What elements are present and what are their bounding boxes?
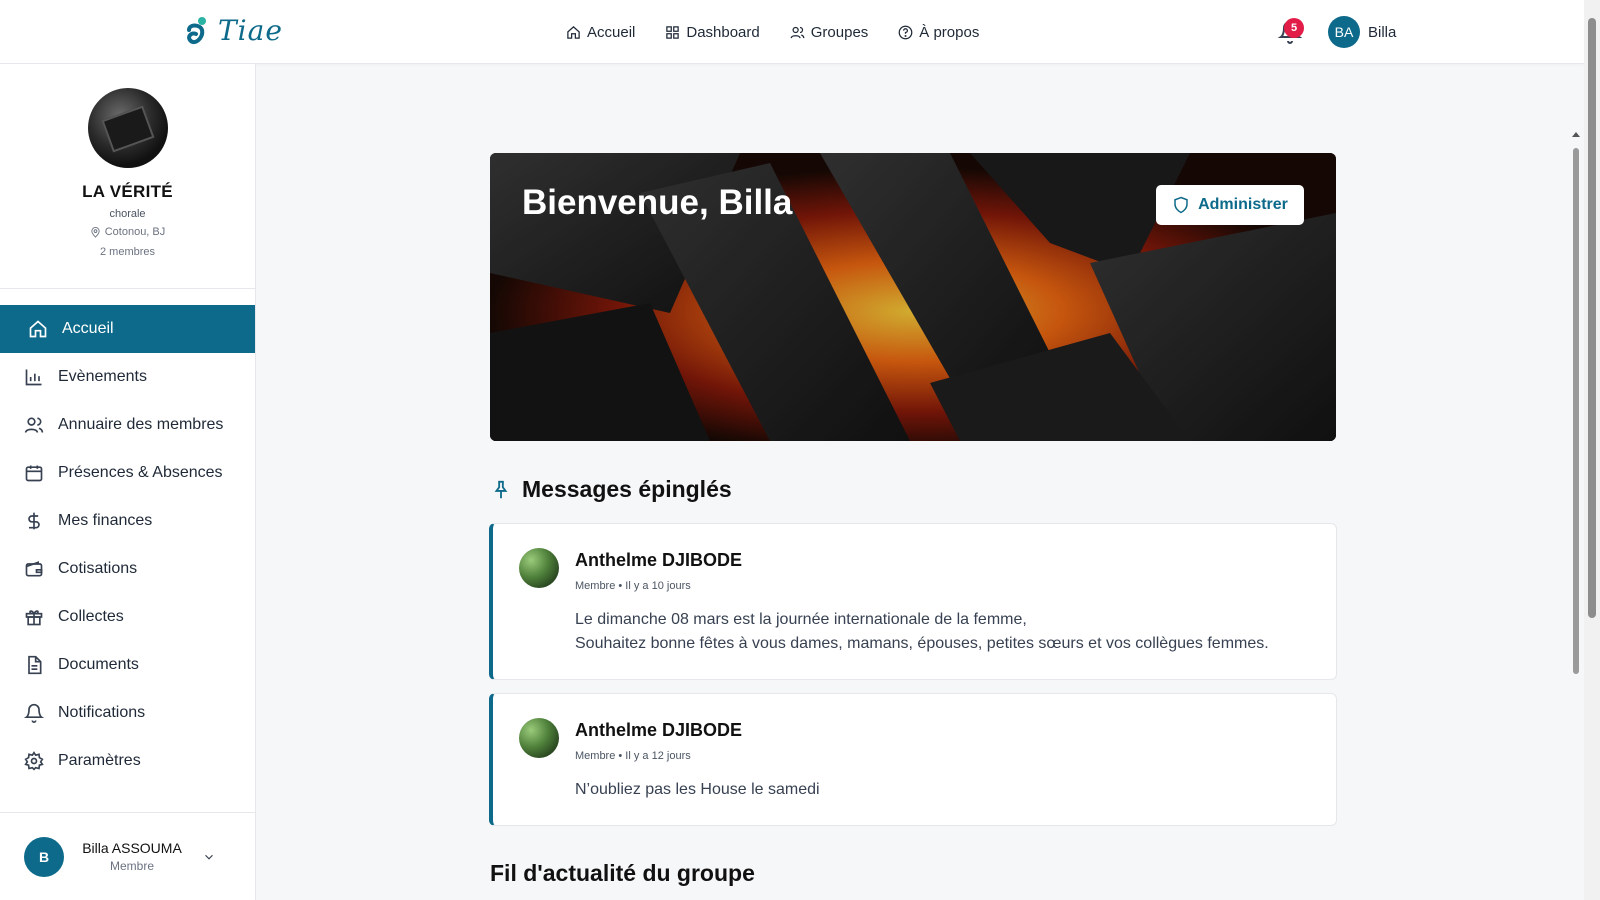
top-navbar: Tiae Accueil Dashboard Groupes À propos … (0, 0, 1584, 64)
topnav-label: Dashboard (686, 23, 760, 41)
sidebar-item-label: Annuaire des membres (58, 416, 224, 433)
topnav-item-groupes[interactable]: Groupes (790, 23, 869, 41)
group-location: Cotonou, BJ (0, 226, 255, 238)
footer-avatar: B (24, 836, 64, 877)
logo-mark-icon (187, 16, 206, 44)
user-menu[interactable]: BA Billa (1328, 16, 1396, 48)
pinned-section-title: Messages épinglés (522, 476, 732, 502)
group-location-text: Cotonou, BJ (104, 226, 166, 238)
notification-badge: 5 (1284, 18, 1304, 38)
user-avatar: BA (1328, 16, 1360, 48)
topnav-label: Accueil (587, 23, 636, 41)
topnav-item-apropos[interactable]: À propos (898, 24, 979, 41)
group-members-count: 2 membres (99, 246, 156, 258)
administer-button-label: Administrer (1198, 196, 1288, 213)
users-icon (790, 26, 805, 38)
bell-icon (24, 703, 44, 723)
sidebar-item-label: Notifications (58, 704, 146, 721)
sidebar-item-label: Mes finances (58, 512, 153, 529)
sidebar-item-finances[interactable]: Mes finances (0, 497, 255, 545)
scroll-up-arrow-icon[interactable] (1572, 132, 1580, 137)
pinned-section-header: Messages épinglés (490, 476, 732, 503)
footer-user-info: Billa ASSOUMA Membre (80, 840, 184, 873)
sidebar-item-presences[interactable]: Présences & Absences (0, 449, 255, 497)
sidebar-item-documents[interactable]: Documents (0, 641, 255, 689)
post-author-avatar[interactable] (519, 718, 559, 758)
group-avatar (87, 88, 168, 168)
post-body: Le dimanche 08 mars est la journée inter… (575, 608, 1269, 656)
topnav-label: À propos (919, 23, 980, 41)
home-icon (567, 25, 580, 39)
sidebar-item-label: Cotisations (58, 560, 138, 577)
sidebar-item-label: Accueil (62, 320, 114, 337)
administer-button[interactable]: Administrer (1156, 185, 1304, 225)
window-scroll-thumb[interactable] (1588, 18, 1596, 618)
bar-chart-icon (25, 369, 42, 386)
topnav-item-dashboard[interactable]: Dashboard (665, 23, 760, 41)
sidebar-item-parametres[interactable]: Paramètres (0, 737, 255, 785)
sidebar-item-label: Collectes (58, 608, 124, 625)
sidebar-item-accueil[interactable]: Accueil (0, 305, 255, 353)
footer-user-name: Billa ASSOUMA (82, 840, 182, 856)
app-logo-text: Tiae (218, 14, 283, 47)
users-icon (24, 417, 44, 433)
content-scroll-thumb[interactable] (1573, 148, 1579, 674)
post-body: N’oubliez pas les House le samedi (575, 778, 820, 802)
pinned-post[interactable]: Anthelme DJIBODE Membre • Il y a 10 jour… (489, 523, 1337, 680)
group-type: chorale (109, 208, 146, 220)
calendar-icon (25, 465, 43, 482)
post-body-line: Souhaitez bonne fêtes à vous dames, mama… (575, 635, 1269, 652)
feed-section-title: Fil d'actualité du groupe (490, 860, 755, 886)
gear-icon (24, 751, 44, 771)
wallet-icon (25, 561, 43, 577)
sidebar-item-label: Evènements (58, 368, 147, 385)
post-body-line: Le dimanche 08 mars est la journée inter… (575, 611, 1027, 628)
help-circle-icon (898, 25, 913, 39)
sidebar-item-label: Documents (58, 656, 139, 673)
map-pin-icon (91, 226, 100, 238)
gift-icon (25, 610, 43, 626)
post-meta: Membre • Il y a 12 jours (575, 750, 691, 762)
welcome-title: Bienvenue, Billa (522, 183, 793, 222)
welcome-banner: Bienvenue, Billa Administrer (490, 153, 1336, 441)
sidebar: LA VÉRITÉ chorale Cotonou, BJ 2 membres … (0, 64, 256, 900)
chevron-down-icon (205, 854, 213, 860)
document-icon (28, 655, 42, 675)
post-body-line: N’oubliez pas les House le samedi (575, 781, 820, 798)
user-name: Billa (1368, 23, 1397, 41)
sidebar-nav: Accueil Evènements Annuaire des membres … (0, 305, 255, 785)
sidebar-item-annuaire[interactable]: Annuaire des membres (0, 401, 255, 449)
dollar-icon (28, 512, 40, 530)
sidebar-item-label: Paramètres (58, 752, 141, 769)
shield-icon (1174, 196, 1188, 214)
sidebar-user-footer[interactable]: B Billa ASSOUMA Membre (0, 812, 255, 900)
top-nav: Accueil Dashboard Groupes À propos (566, 0, 979, 64)
home-icon (29, 320, 47, 338)
sidebar-item-evenements[interactable]: Evènements (0, 353, 255, 401)
sidebar-item-notifications[interactable]: Notifications (0, 689, 255, 737)
group-header: LA VÉRITÉ chorale Cotonou, BJ 2 membres (0, 64, 255, 289)
footer-user-role: Membre (109, 859, 154, 873)
grid-icon (666, 25, 680, 39)
sidebar-item-collectes[interactable]: Collectes (0, 593, 255, 641)
pin-icon (494, 480, 508, 498)
post-author-name[interactable]: Anthelme DJIBODE (575, 720, 742, 741)
sidebar-item-cotisations[interactable]: Cotisations (0, 545, 255, 593)
post-meta: Membre • Il y a 10 jours (575, 580, 691, 592)
post-author-avatar[interactable] (519, 548, 559, 588)
group-name: LA VÉRITÉ (82, 182, 173, 201)
app-logo[interactable]: Tiae (186, 14, 283, 47)
topnav-label: Groupes (810, 23, 869, 41)
topnav-item-accueil[interactable]: Accueil (566, 24, 635, 41)
post-author-name[interactable]: Anthelme DJIBODE (575, 550, 742, 571)
sidebar-item-label: Présences & Absences (58, 464, 223, 481)
pinned-post[interactable]: Anthelme DJIBODE Membre • Il y a 12 jour… (489, 693, 1337, 826)
